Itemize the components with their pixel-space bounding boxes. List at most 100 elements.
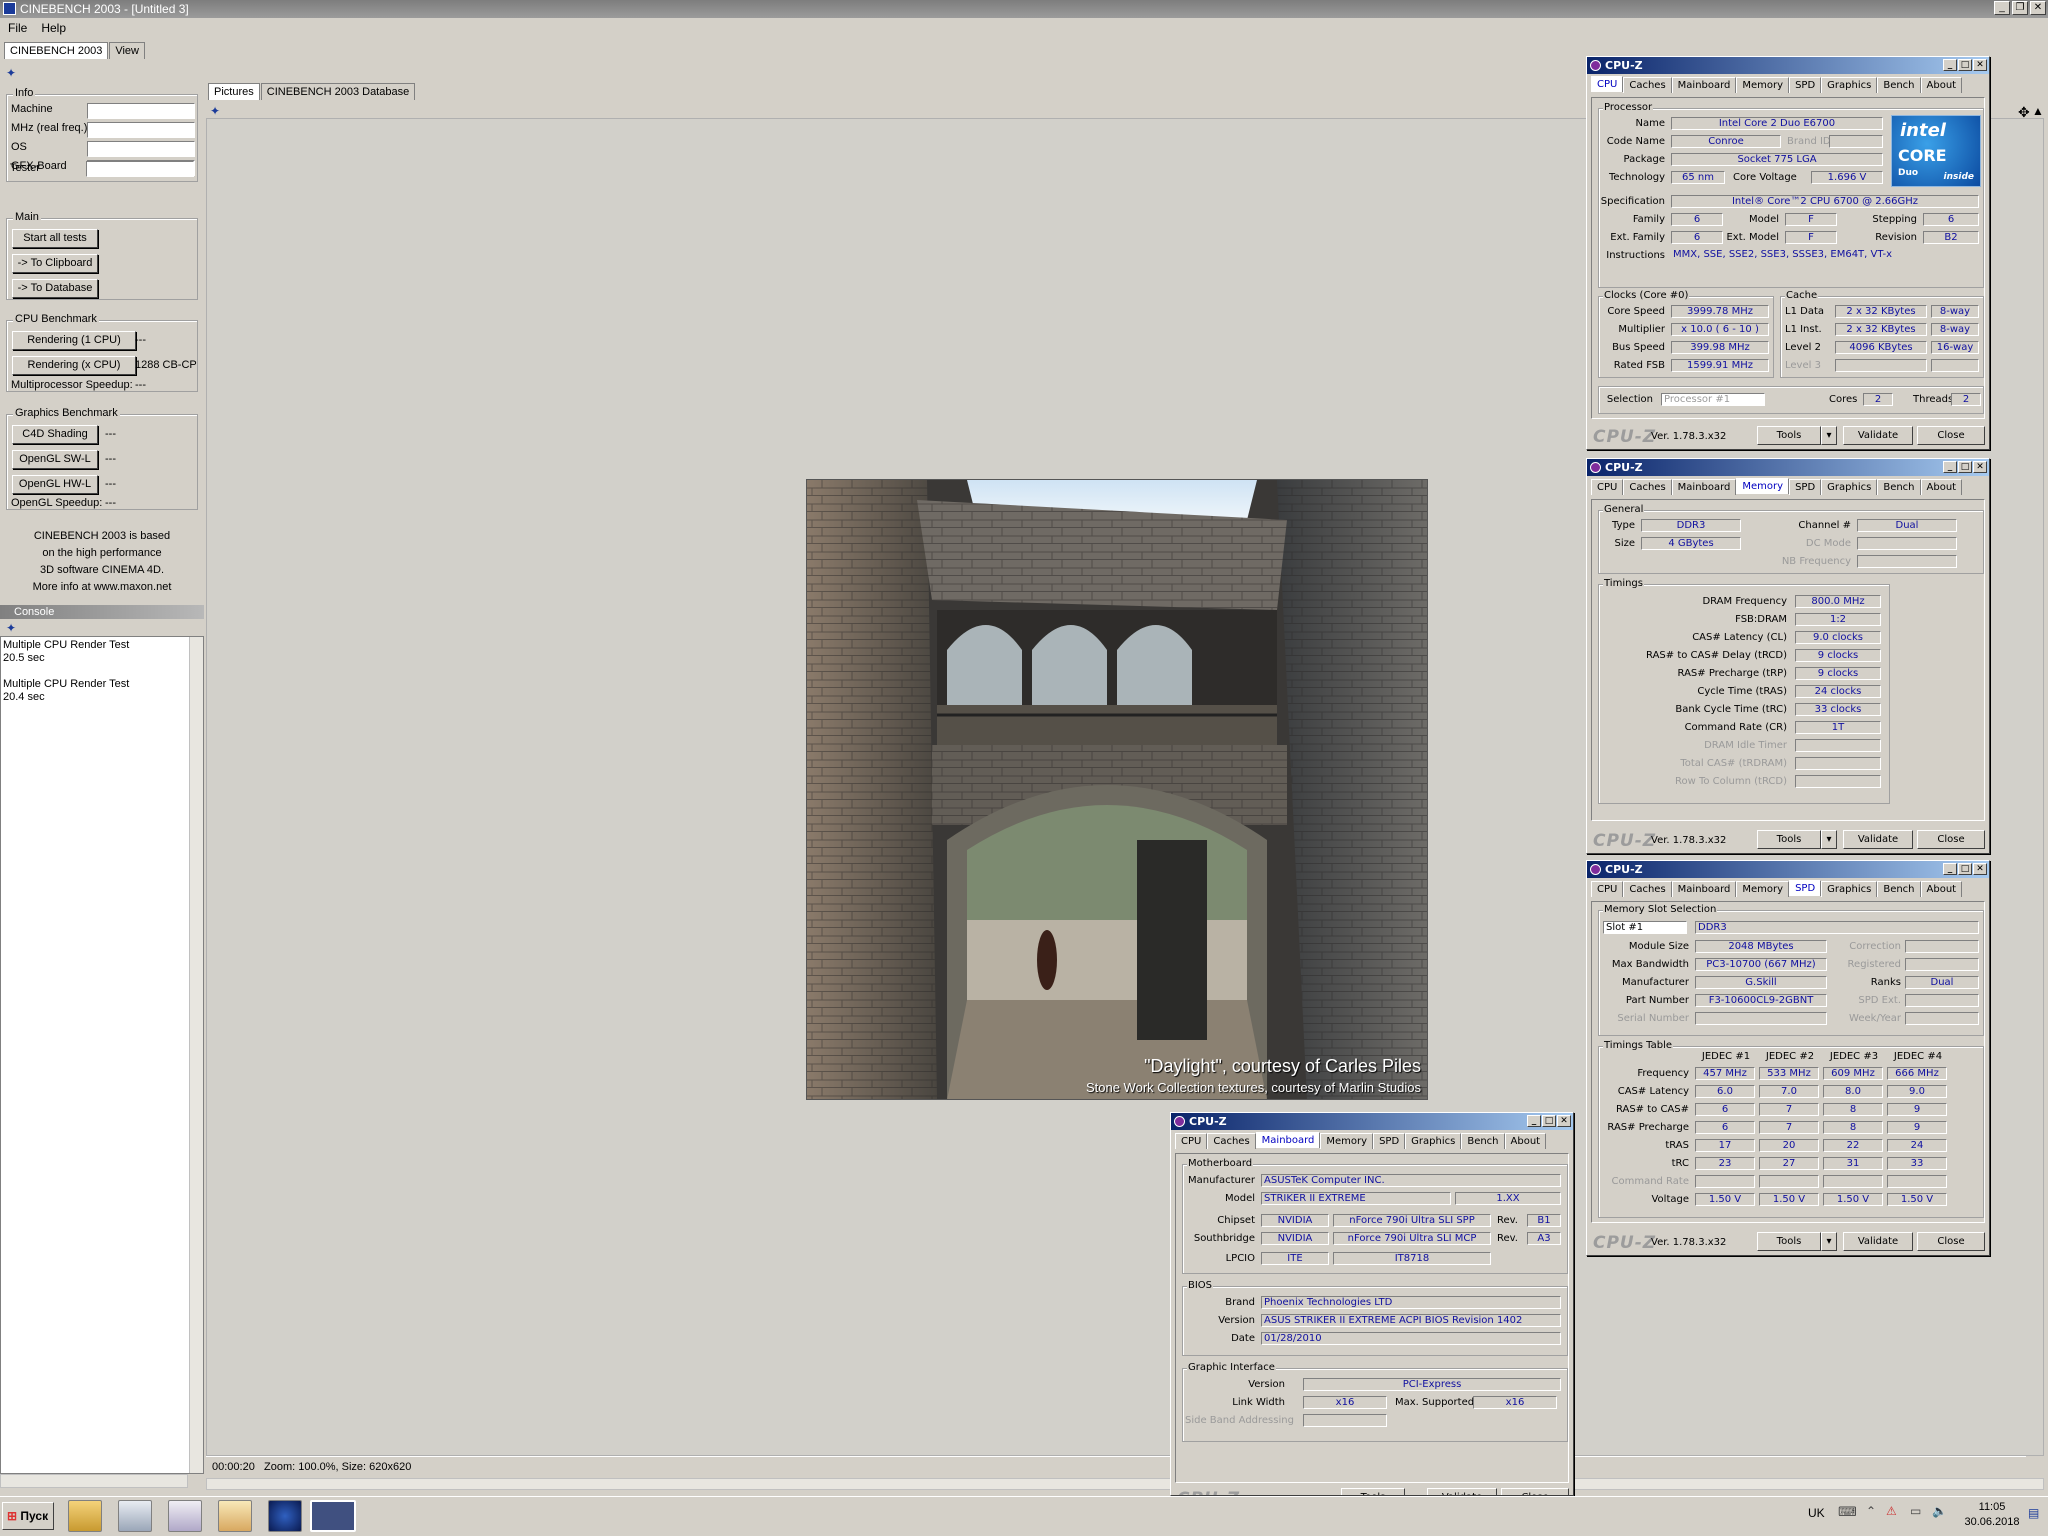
processor-select[interactable]: Processor #1 [1661,393,1765,406]
cpuz-maximize-button[interactable]: □ [1958,863,1972,875]
mhz-field[interactable] [87,122,195,138]
cpuz-tab-memory[interactable]: Memory [1736,478,1790,494]
minimize-button[interactable]: _ [1994,1,2010,15]
cpuz-tools-dropdown[interactable]: ▾ [1821,1232,1837,1251]
console-pin-icon[interactable]: ✦ [6,621,16,635]
os-field[interactable] [87,141,195,157]
view-pin-icon[interactable]: ✦ [210,104,220,118]
opengl-swl-button[interactable]: OpenGL SW-L [12,450,98,469]
cpuz-validate-button[interactable]: Validate [1843,1232,1913,1251]
machine-field[interactable] [87,103,195,119]
cpuz-tab-caches[interactable]: Caches [1623,479,1672,495]
keyboard-icon[interactable]: ⌨ [1838,1504,1857,1520]
cpuz-tab-graphics[interactable]: Graphics [1821,77,1878,93]
cpuz-validate-button[interactable]: Validate [1843,830,1913,849]
opengl-hwl-button[interactable]: OpenGL HW-L [12,475,98,494]
tab-cinebench[interactable]: CINEBENCH 2003 [4,42,109,59]
cpuz-tab-about[interactable]: About [1920,77,1963,93]
cpuz-minimize-button[interactable]: _ [1943,461,1957,473]
cpuz-tab-graphics[interactable]: Graphics [1821,479,1878,495]
cpuz-validate-button[interactable]: Validate [1843,426,1913,445]
cpuz-minimize-button[interactable]: _ [1943,863,1957,875]
cpuz-tab-cpu[interactable]: CPU [1591,479,1624,495]
volume-icon[interactable]: 🔈 [1932,1504,1947,1518]
cpuz-tab-spd[interactable]: SPD [1789,479,1822,495]
cpuz-tab-mainboard[interactable]: Mainboard [1671,479,1737,495]
cpuz-close-icon[interactable]: ✕ [1973,59,1987,71]
to-clipboard-button[interactable]: -> To Clipboard [12,254,98,273]
cpuz-tools-dropdown[interactable]: ▾ [1821,426,1837,445]
triangle-icon[interactable]: ▲ [2032,104,2044,118]
cpuz-tools-button[interactable]: Tools [1757,1232,1821,1251]
explorer-folder-icon[interactable] [68,1500,102,1532]
console-scrollbar[interactable] [189,637,203,1473]
cpuz-tab-caches[interactable]: Caches [1623,881,1672,897]
calculator-icon[interactable] [118,1500,152,1532]
restore-button[interactable]: ❐ [2012,1,2028,15]
snipping-tool-icon[interactable] [168,1500,202,1532]
menu-help[interactable]: Help [41,18,66,38]
start-button[interactable]: ⊞ Пуск [2,1502,54,1530]
cpuz-tab-about[interactable]: About [1920,881,1963,897]
cpuz-tab-about[interactable]: About [1504,1133,1547,1149]
cpuz-tab-spd[interactable]: SPD [1789,77,1822,93]
cpuz-maximize-button[interactable]: □ [1542,1115,1556,1127]
cpuz-tab-bench[interactable]: Bench [1461,1133,1505,1149]
console-hscrollbar[interactable] [0,1474,188,1488]
cpuz-close-button[interactable]: Close [1917,830,1985,849]
tester-field[interactable] [86,161,194,177]
tray-expand-icon[interactable]: ⌃ [1866,1504,1876,1518]
cpuz-tab-graphics[interactable]: Graphics [1821,881,1878,897]
render-1cpu-button[interactable]: Rendering (1 CPU) [12,331,136,350]
tab-pictures[interactable]: Pictures [208,83,260,100]
cpuz-tab-graphics[interactable]: Graphics [1405,1133,1462,1149]
c4d-shading-button[interactable]: C4D Shading [12,425,98,444]
cpuz-maximize-button[interactable]: □ [1958,461,1972,473]
close-button[interactable]: ✕ [2030,1,2046,15]
cpuz-tab-bench[interactable]: Bench [1877,881,1921,897]
cpuz-close-icon[interactable]: ✕ [1973,863,1987,875]
network-icon[interactable]: ⚠ [1886,1504,1897,1518]
cinebench-task-icon[interactable] [268,1500,302,1532]
to-database-button[interactable]: -> To Database [12,279,98,298]
cpuz-tab-mainboard[interactable]: Mainboard [1671,77,1737,93]
start-all-tests-button[interactable]: Start all tests [12,229,98,248]
paint-icon[interactable] [218,1500,252,1532]
notifications-icon[interactable]: ▤ [2028,1506,2039,1520]
menu-file[interactable]: File [8,18,27,38]
main-hscrollbar[interactable] [206,1478,2044,1490]
cpuz-validate-button[interactable]: Validate [1427,1488,1497,1495]
cpuz-tab-mainboard[interactable]: Mainboard [1671,881,1737,897]
cpuz-tools-button[interactable]: Tools [1757,830,1821,849]
cpuz-tab-mainboard[interactable]: Mainboard [1255,1132,1321,1148]
move-icon[interactable]: ✥ [2018,104,2030,121]
slot-select[interactable]: Slot #1 [1603,921,1687,934]
cpuz-close-icon[interactable]: ✕ [1557,1115,1571,1127]
cpuz-maximize-button[interactable]: □ [1958,59,1972,71]
cpuz-close-button[interactable]: Close [1917,1232,1985,1251]
cpuz-close-button[interactable]: Close [1501,1488,1569,1495]
cpuz-close-button[interactable]: Close [1917,426,1985,445]
cpuz-tab-spd[interactable]: SPD [1373,1133,1406,1149]
cpuz-minimize-button[interactable]: _ [1527,1115,1541,1127]
cpuz-tab-memory[interactable]: Memory [1736,881,1790,897]
cpuz-tools-button[interactable]: Tools [1757,426,1821,445]
cpuz-tab-cpu[interactable]: CPU [1591,76,1624,92]
cpuz-tab-about[interactable]: About [1920,479,1963,495]
cpuz-tools-dropdown[interactable]: ▾ [1821,830,1837,849]
tab-database[interactable]: CINEBENCH 2003 Database [260,83,416,100]
cpuz-tab-spd[interactable]: SPD [1789,880,1822,896]
render-xcpu-button[interactable]: Rendering (x CPU) [12,356,136,375]
battery-icon[interactable]: ▭ [1910,1504,1921,1518]
tab-view[interactable]: View [109,42,145,59]
cpuz-tab-memory[interactable]: Memory [1320,1133,1374,1149]
language-indicator[interactable]: UK [1808,1506,1825,1520]
cpuz-tab-memory[interactable]: Memory [1736,77,1790,93]
cpuz-tools-button[interactable]: Tools [1341,1488,1405,1495]
cpuz-tab-caches[interactable]: Caches [1207,1133,1256,1149]
cpuz-task-icon[interactable] [310,1500,356,1532]
cpuz-tab-bench[interactable]: Bench [1877,479,1921,495]
cpuz-minimize-button[interactable]: _ [1943,59,1957,71]
cpuz-close-icon[interactable]: ✕ [1973,461,1987,473]
cpuz-tab-caches[interactable]: Caches [1623,77,1672,93]
